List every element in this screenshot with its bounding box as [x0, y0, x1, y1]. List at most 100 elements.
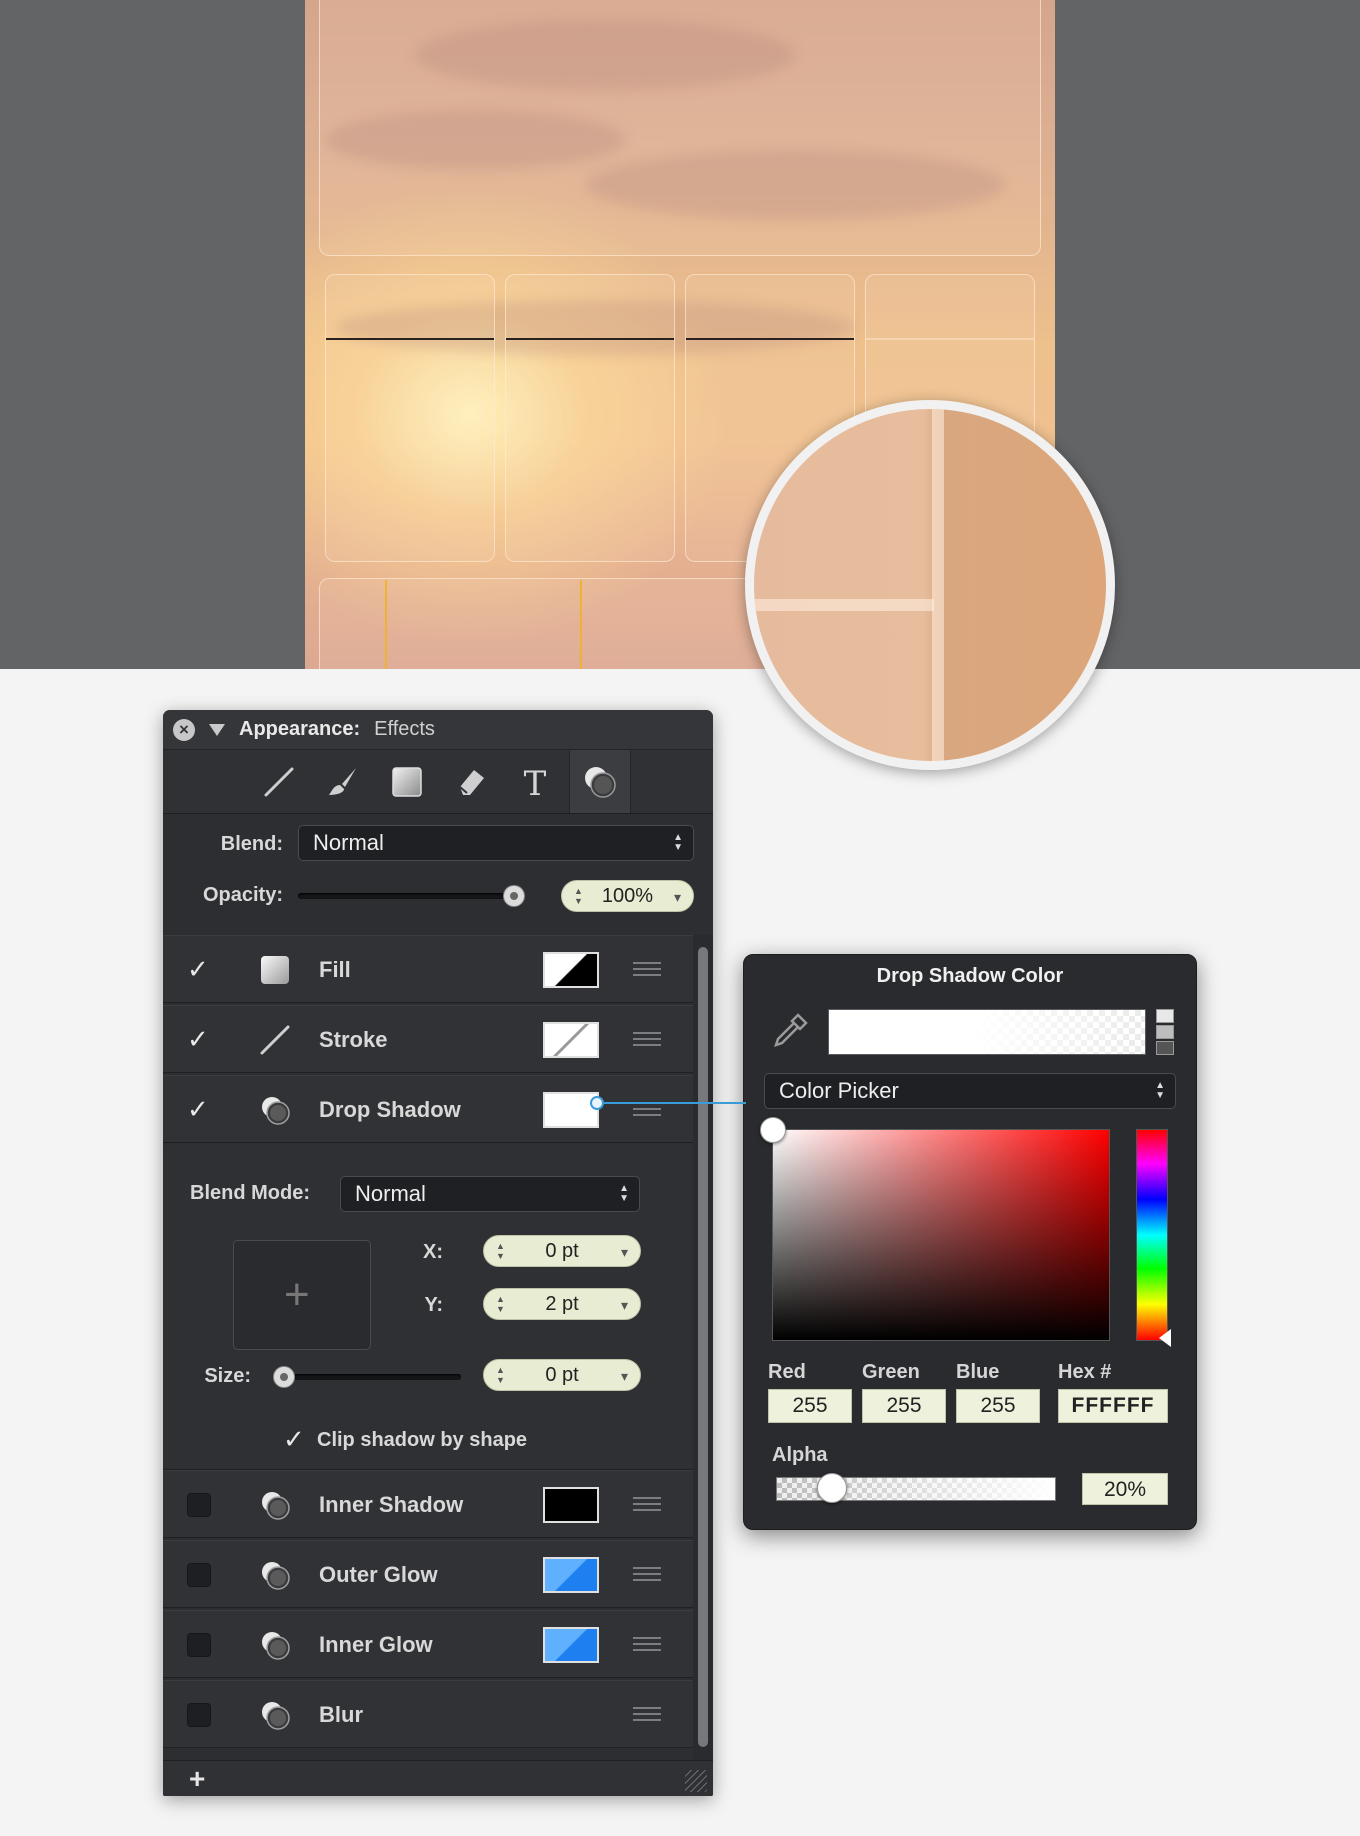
blend-select[interactable]: Normal ▲ ▼ — [298, 825, 694, 861]
scrollbar-thumb[interactable] — [698, 947, 708, 1747]
effect-row[interactable]: ✓ Fill — [163, 935, 693, 1003]
stepper-arrows-icon[interactable]: ▲ ▼ — [496, 1294, 505, 1314]
brush-tool-icon[interactable] — [320, 759, 366, 805]
hue-marker-icon[interactable] — [1159, 1329, 1171, 1347]
effect-color-swatch[interactable] — [543, 1557, 599, 1593]
effect-row[interactable]: Inner Glow — [163, 1610, 693, 1678]
blend-label: Blend: — [220, 833, 283, 855]
effect-row[interactable]: ✓ Drop Shadow — [163, 1075, 693, 1143]
drag-handle-icon[interactable] — [633, 1032, 661, 1046]
drop-shadow-settings: Blend Mode: Normal ▲ ▼ + X: ▲ ▼ 0 pt ▾ Y: … — [163, 1145, 693, 1470]
grid-cell[interactable] — [505, 274, 675, 562]
checkmark-icon[interactable]: ✓ — [187, 956, 211, 982]
popover-connector — [598, 1102, 746, 1104]
hue-slider[interactable] — [1136, 1129, 1168, 1341]
red-input[interactable]: 255 — [768, 1389, 852, 1423]
y-offset-value: 2 pt — [545, 1293, 579, 1315]
eyedropper-icon[interactable] — [770, 1011, 810, 1051]
checkbox-empty[interactable] — [187, 1563, 211, 1587]
clip-shadow-checkbox[interactable]: ✓ Clip shadow by shape — [283, 1425, 527, 1455]
effect-color-swatch[interactable] — [543, 1487, 599, 1523]
effect-label: Inner Shadow — [319, 1492, 464, 1517]
shadow-icon — [259, 1559, 291, 1591]
clip-shadow-label: Clip shadow by shape — [317, 1428, 528, 1451]
magnifier-loupe — [745, 400, 1115, 770]
close-icon[interactable]: × — [173, 718, 195, 741]
checkmark-icon[interactable]: ✓ — [187, 1026, 211, 1052]
drag-handle-icon[interactable] — [633, 962, 661, 976]
text-tool-icon[interactable]: T — [512, 759, 558, 805]
drag-handle-icon[interactable] — [633, 1707, 661, 1721]
shadow-blend-select[interactable]: Normal ▲ ▼ — [340, 1176, 640, 1212]
color-preview-well — [828, 1009, 1146, 1055]
chevron-down-icon[interactable]: ▾ — [621, 1290, 628, 1320]
checkmark-icon[interactable]: ✓ — [187, 1096, 211, 1122]
drag-handle-icon[interactable] — [633, 1497, 661, 1511]
saturation-brightness-knob[interactable] — [760, 1117, 786, 1143]
color-mode-switch[interactable] — [1156, 1009, 1176, 1055]
resize-grip-icon[interactable] — [685, 1770, 707, 1792]
drag-handle-icon[interactable] — [633, 1637, 661, 1651]
hex-input[interactable]: FFFFFF — [1058, 1389, 1168, 1423]
y-offset-stepper[interactable]: ▲ ▼ 2 pt ▾ — [483, 1288, 641, 1320]
select-arrows-icon: ▲ ▼ — [1155, 1080, 1165, 1101]
effect-row[interactable]: Outer Glow — [163, 1540, 693, 1608]
checkbox-empty[interactable] — [187, 1703, 211, 1727]
chevron-down-icon[interactable]: ▾ — [621, 1237, 628, 1267]
color-picker-mode-select[interactable]: Color Picker ▲ ▼ — [764, 1073, 1176, 1109]
effect-color-swatch[interactable] — [543, 1022, 599, 1058]
eraser-tool-icon[interactable] — [448, 759, 494, 805]
effect-color-swatch[interactable] — [543, 1092, 599, 1128]
guide-vertical — [385, 580, 387, 669]
saturation-brightness-field[interactable] — [772, 1129, 1110, 1341]
top-card[interactable] — [319, 0, 1041, 256]
green-input[interactable]: 255 — [862, 1389, 946, 1423]
x-offset-stepper[interactable]: ▲ ▼ 0 pt ▾ — [483, 1235, 641, 1267]
green-label: Green — [862, 1361, 920, 1383]
guide-line — [326, 338, 494, 340]
magnified-edge-vertical — [932, 409, 944, 761]
disclosure-triangle-icon[interactable] — [209, 723, 225, 736]
effect-row[interactable]: ✓ Stroke — [163, 1005, 693, 1073]
blend-value: Normal — [313, 830, 384, 855]
chevron-down-icon[interactable]: ▾ — [674, 882, 681, 912]
effect-color-swatch[interactable] — [543, 1627, 599, 1663]
panel-footer: + — [163, 1760, 713, 1796]
stepper-arrows-icon[interactable]: ▲ ▼ — [496, 1365, 505, 1385]
checkbox-empty[interactable] — [187, 1633, 211, 1657]
opacity-slider[interactable] — [298, 893, 523, 899]
grid-cell[interactable] — [325, 274, 495, 562]
blue-input[interactable]: 255 — [956, 1389, 1040, 1423]
alpha-slider-knob[interactable] — [817, 1473, 847, 1503]
opacity-slider-knob[interactable] — [503, 885, 525, 907]
size-label: Size: — [204, 1365, 251, 1387]
stepper-arrows-icon[interactable]: ▲ ▼ — [496, 1241, 505, 1261]
stepper-arrows-icon[interactable]: ▲ ▼ — [574, 886, 583, 906]
add-effect-button[interactable]: + — [189, 1763, 205, 1795]
effect-label: Outer Glow — [319, 1562, 438, 1587]
drag-handle-icon[interactable] — [633, 1567, 661, 1581]
shadow-offset-pad[interactable]: + — [233, 1240, 371, 1350]
size-slider[interactable] — [273, 1374, 461, 1380]
alpha-input[interactable]: 20% — [1082, 1473, 1168, 1505]
effect-row[interactable]: Inner Shadow — [163, 1470, 693, 1538]
chevron-down-icon[interactable]: ▾ — [621, 1361, 628, 1391]
drop-shadow-color-popover: Drop Shadow Color Color Picker ▲ ▼ Red Gr… — [743, 954, 1197, 1530]
effect-row[interactable]: Blur — [163, 1680, 693, 1748]
shadow-blend-value: Normal — [355, 1181, 426, 1206]
fill-tool-icon[interactable] — [384, 759, 430, 805]
size-slider-knob[interactable] — [273, 1366, 295, 1388]
checkbox-empty[interactable] — [187, 1493, 211, 1517]
drag-handle-icon[interactable] — [633, 1102, 661, 1116]
size-value: 0 pt — [545, 1364, 579, 1386]
opacity-stepper[interactable]: ▲ ▼ 100% ▾ — [561, 880, 694, 912]
effects-tool-icon[interactable] — [569, 750, 631, 813]
canvas-area[interactable] — [0, 0, 1360, 669]
stroke-icon — [259, 1024, 291, 1056]
panel-scrollbar[interactable] — [693, 935, 713, 1760]
effect-color-swatch[interactable] — [543, 952, 599, 988]
size-stepper[interactable]: ▲ ▼ 0 pt ▾ — [483, 1359, 641, 1391]
effect-label: Drop Shadow — [319, 1097, 461, 1122]
svg-text:T: T — [524, 765, 547, 799]
line-tool-icon[interactable] — [256, 759, 302, 805]
